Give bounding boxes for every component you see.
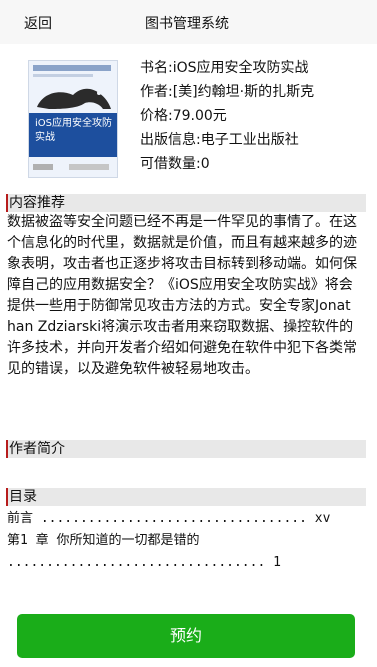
book-card: iOS应用安全攻防实战 书名:iOS应用安全攻防实战 作者:[美]约翰坦·斯的扎… [0, 44, 377, 186]
recommend-text: 数据被盗等安全问题已经不再是一件罕见的事情了。在这个信息化的时代里，数据就是价值… [7, 214, 357, 377]
book-available-count: 可借数量:0 [140, 156, 210, 172]
animal-illustration-icon [37, 88, 111, 109]
back-button[interactable]: 返回 [24, 13, 52, 33]
cover-title: iOS应用安全攻防实战 [35, 118, 112, 143]
book-cover: iOS应用安全攻防实战 [10, 54, 118, 182]
section-heading-toc: 目录 [6, 488, 366, 506]
section-heading-author: 作者简介 [6, 440, 366, 458]
book-title: 书名:iOS应用安全攻防实战 [140, 60, 309, 76]
book-author: 作者:[美]约翰坦·斯的扎斯克 [140, 84, 315, 100]
reserve-button[interactable]: 预约 [17, 614, 355, 658]
toc-line: ................................. 1 [7, 555, 281, 570]
book-price: 价格:79.00元 [140, 108, 227, 124]
toc-line: 前言 .................................. xv [7, 511, 331, 526]
book-publisher: 出版信息:电子工业出版社 [140, 132, 299, 148]
book-cover-image: iOS应用安全攻防实战 [28, 60, 118, 178]
nav-bar: 返回 图书管理系统 [0, 0, 377, 44]
book-info: 书名:iOS应用安全攻防实战 作者:[美]约翰坦·斯的扎斯克 价格:79.00元… [140, 56, 370, 176]
section-heading-recommend: 内容推荐 [6, 194, 366, 212]
page-title: 图书管理系统 [145, 16, 229, 32]
toc-line: 第1 章 你所知道的一切都是错的 [7, 533, 200, 548]
